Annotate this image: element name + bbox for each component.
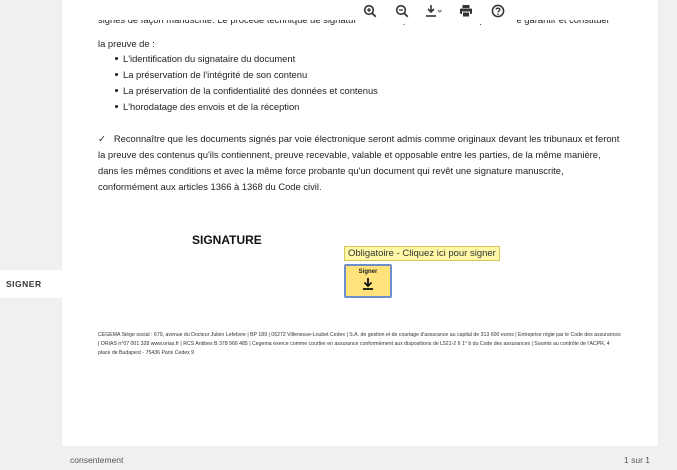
print-icon: [460, 5, 472, 18]
zoom-out-icon: [395, 4, 409, 18]
section-name: consentement: [70, 455, 124, 465]
bullet-list: L'identification du signataire du docume…: [98, 51, 378, 115]
signature-heading: SIGNATURE: [192, 233, 262, 247]
signer-side-tab[interactable]: SIGNER: [0, 270, 62, 298]
print-button[interactable]: [452, 0, 480, 22]
sign-button-label: Signer: [358, 269, 378, 275]
help-button[interactable]: [484, 0, 512, 22]
list-item: L'horodatage des envois et de la récepti…: [115, 99, 378, 115]
check-mark-icon: ✓: [98, 133, 106, 144]
cut-line-text: signés de façon manuscrite. Le procédé t…: [98, 20, 610, 28]
download-button[interactable]: [420, 0, 448, 22]
document-page: signés de façon manuscrite. Le procédé t…: [62, 0, 658, 446]
list-item: La préservation de la confidentialité de…: [115, 83, 378, 99]
sign-button[interactable]: Signer: [344, 264, 392, 298]
consent-paragraph-text: Reconnaître que les documents signés par…: [98, 133, 620, 192]
zoom-out-button[interactable]: [388, 0, 416, 22]
page-indicator: 1 sur 1: [624, 455, 650, 465]
zoom-in-icon: [363, 4, 377, 18]
legal-footer: CEGEMA Siège social : 679, avenue du Doc…: [98, 332, 621, 356]
download-icon: [426, 5, 442, 17]
list-item: La préservation de l'intégrité de son co…: [115, 67, 378, 83]
intro-text: la preuve de :: [98, 38, 155, 49]
zoom-in-button[interactable]: [356, 0, 384, 22]
download-arrow-icon: [363, 278, 373, 290]
pdf-toolbar: [356, 0, 516, 24]
signature-tooltip[interactable]: Obligatoire - Cliquez ici pour signer: [344, 246, 500, 261]
list-item: L'identification du signataire du docume…: [115, 51, 378, 67]
consent-paragraph: ✓ Reconnaître que les documents signés pa…: [98, 131, 622, 195]
help-icon: [491, 4, 505, 18]
